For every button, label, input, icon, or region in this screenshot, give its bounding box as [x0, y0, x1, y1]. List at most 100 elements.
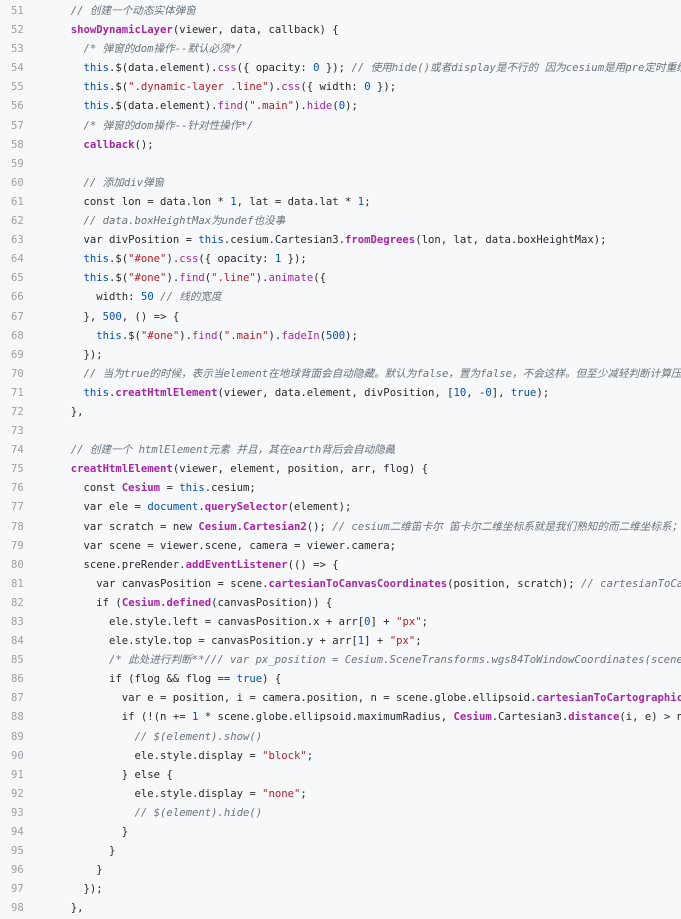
code-line[interactable]: 53 /* 弹窗的dom操作--默认必须*/ [0, 40, 681, 59]
line-number: 91 [11, 768, 24, 781]
code-line[interactable]: 71 this.creatHtmlElement(viewer, data.el… [0, 384, 681, 403]
code-line[interactable]: 68 this.$("#one").find(".main").fadeIn(5… [0, 327, 681, 346]
line-number: 58 [11, 138, 24, 151]
code-token: if [109, 673, 122, 686]
code-line[interactable]: 56 this.$(data.element).find(".main").hi… [0, 97, 681, 116]
code-text: }); [50, 346, 103, 365]
code-line[interactable]: 73 [0, 422, 681, 441]
code-token: ".main" [249, 100, 295, 113]
code-token: var [96, 577, 116, 590]
code-line[interactable]: 59 [0, 155, 681, 174]
code-token: .cesium.Cartesian3. [223, 234, 346, 247]
line-number: 57 [11, 119, 24, 132]
code-token: ({ [313, 272, 326, 285]
code-line[interactable]: 81 var canvasPosition = scene.cartesianT… [0, 575, 681, 594]
code-line[interactable]: 94 } [0, 823, 681, 842]
code-token: ".dynamic-layer .line" [128, 81, 269, 94]
code-line[interactable]: 67 }, 500, () => { [0, 308, 681, 327]
code-token: }); [83, 348, 103, 361]
code-line[interactable]: 64 this.$("#one").css({ opacity: 1 }); [0, 250, 681, 269]
code-line[interactable]: 75 creatHtmlElement(viewer, element, pos… [0, 460, 681, 479]
code-text: creatHtmlElement(viewer, element, positi… [50, 460, 428, 479]
code-line[interactable]: 84 ele.style.top = canvasPosition.y + ar… [0, 632, 681, 651]
code-line[interactable]: 63 var divPosition = this.cesium.Cartesi… [0, 231, 681, 250]
code-line[interactable]: 51 // 创建一个动态实体弹窗 [0, 2, 681, 21]
code-token: (() => { [287, 558, 339, 571]
code-line[interactable]: 65 this.$("#one").find(".line").animate(… [0, 269, 681, 288]
code-line[interactable]: 66 width: 50 // 线的宽度 [0, 288, 681, 307]
code-line[interactable]: 79 var scene = viewer.scene, camera = vi… [0, 537, 681, 556]
code-line[interactable]: 80 scene.preRender.addEventListener(() =… [0, 556, 681, 575]
code-line[interactable]: 61 const lon = data.lon * 1, lat = data.… [0, 193, 681, 212]
code-line[interactable]: 76 const Cesium = this.cesium; [0, 479, 681, 498]
code-editor[interactable]: 51 // 创建一个动态实体弹窗 52 showDynamicLayer(view… [0, 0, 681, 914]
code-line[interactable]: 97 }); [0, 880, 681, 899]
code-line[interactable]: 83 ele.style.left = canvasPosition.x + a… [0, 613, 681, 632]
code-text: if (!(n += 1 * scene.globe.ellipsoid.max… [50, 708, 681, 727]
code-line[interactable]: 55 this.$(".dynamic-layer .line").css({ … [0, 78, 681, 97]
code-line[interactable]: 87 var e = position, i = camera.position… [0, 689, 681, 708]
code-line[interactable]: 57 /* 弹窗的dom操作--针对性操作*/ [0, 117, 681, 136]
code-line[interactable]: 85 /* 此处进行判断**/// var px_position = Cesi… [0, 651, 681, 670]
code-token: (element); [287, 501, 352, 514]
code-line[interactable]: 96 } [0, 861, 681, 880]
code-line[interactable]: 92 ele.style.display = "none"; [0, 785, 681, 804]
code-token: var [121, 692, 141, 705]
code-line[interactable]: 54 this.$(data.element).css({ opacity: 0… [0, 59, 681, 78]
line-number: 85 [11, 654, 24, 667]
line-number: 55 [11, 81, 24, 94]
line-number: 65 [11, 272, 24, 285]
code-token: } [121, 826, 129, 839]
code-token: }); [281, 253, 307, 266]
code-line[interactable]: 89 // $(element).show() [0, 728, 681, 747]
code-line[interactable]: 98 }, [0, 899, 681, 918]
code-line[interactable]: 70 // 当为true的时候，表示当element在地球背面会自动隐藏。默认为… [0, 365, 681, 384]
code-token: ). [268, 329, 282, 342]
code-line[interactable]: 60 // 添加div弹窗 [0, 174, 681, 193]
code-line[interactable]: 95 } [0, 842, 681, 861]
code-line[interactable]: 86 if (flog && flog == true) { [0, 670, 681, 689]
line-number: 87 [11, 692, 24, 705]
code-token: .$( [121, 329, 141, 342]
code-text: // 当为true的时候，表示当element在地球背面会自动隐藏。默认为fal… [50, 365, 681, 384]
code-line[interactable]: 90 ele.style.display = "block"; [0, 747, 681, 766]
code-line[interactable]: 91 } else { [0, 766, 681, 785]
code-line[interactable]: 62 // data.boxHeightMax为undef也没事 [0, 212, 681, 231]
code-token: ], [491, 386, 511, 399]
code-line[interactable]: 88 if (!(n += 1 * scene.globe.ellipsoid.… [0, 708, 681, 727]
code-text: callback(); [50, 136, 154, 155]
code-line[interactable]: 93 // $(element).hide() [0, 804, 681, 823]
code-line[interactable]: 82 if (Cesium.defined(canvasPosition)) { [0, 594, 681, 613]
code-text: ele.style.display = "block"; [50, 747, 314, 766]
code-line[interactable]: 58 callback(); [0, 136, 681, 155]
code-token: "#one" [140, 329, 180, 342]
code-line[interactable]: 77 var ele = document.querySelector(elem… [0, 498, 681, 517]
code-line[interactable]: 72 }, [0, 403, 681, 422]
code-token: .cesium; [204, 482, 256, 495]
code-line[interactable]: 52 showDynamicLayer(viewer, data, callba… [0, 21, 681, 40]
code-token: (viewer, element, position, arr, flog) { [172, 463, 428, 476]
line-number: 64 [11, 253, 24, 266]
code-token: { [160, 768, 173, 781]
code-token: lon = data.lon * [115, 195, 231, 208]
code-line[interactable]: 69 }); [0, 346, 681, 365]
code-line[interactable]: 74 // 创建一个 htmlElement元素 并且，其在earth背后会自动… [0, 441, 681, 460]
code-token: ".line" [211, 272, 256, 285]
code-token: ). [294, 100, 307, 113]
code-line[interactable]: 78 var scratch = new Cesium.Cartesian2()… [0, 518, 681, 537]
code-token: ; [300, 787, 307, 800]
